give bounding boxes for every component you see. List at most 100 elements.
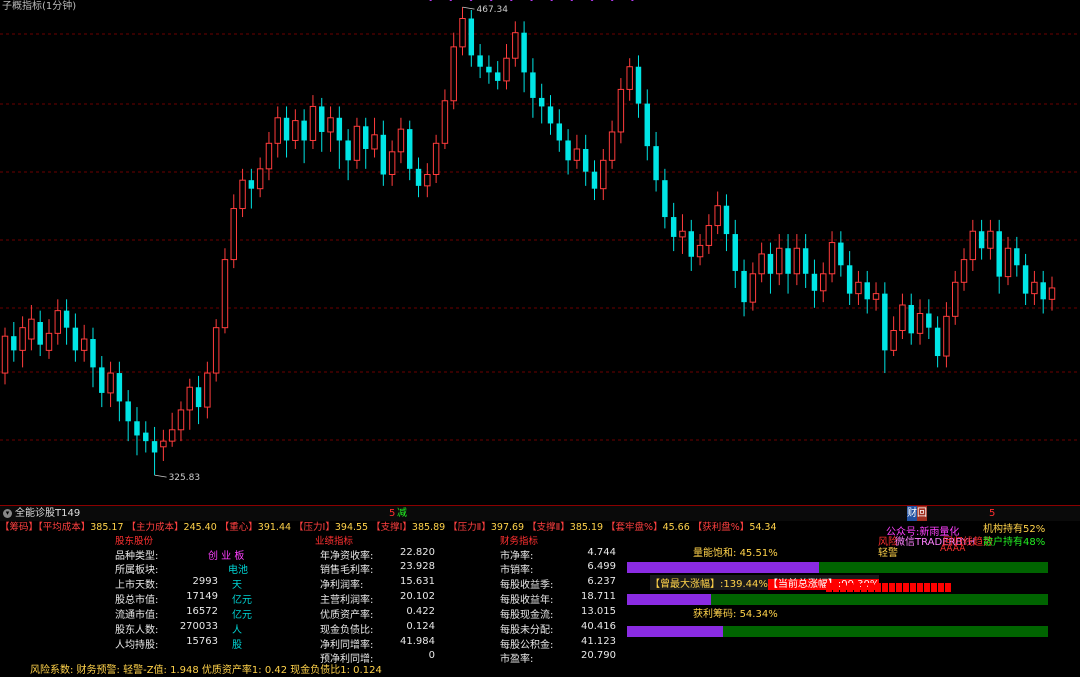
candle-body[interactable] — [265, 142, 273, 170]
candle-body[interactable] — [688, 231, 694, 257]
candle-body[interactable] — [45, 332, 53, 351]
candle-body[interactable] — [1022, 265, 1029, 294]
candle-body[interactable] — [292, 120, 299, 141]
candle-body[interactable] — [468, 18, 475, 56]
candle-body[interactable] — [608, 131, 616, 161]
candle-body[interactable] — [864, 282, 870, 300]
candle-body[interactable] — [37, 322, 43, 345]
candle-body[interactable] — [204, 372, 211, 408]
candlestick-chart[interactable]: 467.34 325.83 — [0, 0, 1080, 505]
candle-body[interactable] — [28, 318, 35, 340]
candle-body[interactable] — [908, 304, 914, 334]
candle-body[interactable] — [538, 97, 545, 107]
candle-body[interactable] — [767, 253, 774, 274]
candle-body[interactable] — [512, 32, 519, 59]
indicator-panel-bar[interactable]: ▾ 全能诊股T149 5 减 财 回 5 — [0, 505, 1080, 521]
candle-body[interactable] — [459, 18, 466, 48]
candle-body[interactable] — [882, 293, 888, 351]
candle-body[interactable] — [424, 174, 431, 187]
candle-body[interactable] — [486, 66, 492, 73]
candle-body[interactable] — [406, 129, 413, 169]
candle-body[interactable] — [670, 217, 677, 237]
candle-body[interactable] — [846, 265, 853, 294]
candle-body[interactable] — [943, 315, 950, 357]
candle-body[interactable] — [177, 409, 185, 431]
candle-body[interactable] — [415, 168, 422, 186]
candle-body[interactable] — [503, 57, 510, 82]
candle-body[interactable] — [1014, 248, 1020, 266]
candle-body[interactable] — [662, 180, 668, 218]
candle-body[interactable] — [591, 171, 598, 189]
candle-body[interactable] — [582, 148, 589, 172]
candle-body[interactable] — [679, 230, 686, 238]
candle-body[interactable] — [820, 273, 827, 292]
candle-body[interactable] — [872, 293, 880, 300]
candle-body[interactable] — [916, 312, 924, 334]
candle-body[interactable] — [890, 330, 897, 351]
candle-body[interactable] — [705, 225, 713, 246]
candle-body[interactable] — [1031, 281, 1038, 295]
candle-body[interactable] — [828, 242, 836, 275]
candle-body[interactable] — [432, 142, 440, 176]
candle-body[interactable] — [63, 310, 70, 328]
candle-body[interactable] — [617, 88, 625, 133]
candle-body[interactable] — [221, 259, 229, 329]
candle-body[interactable] — [1004, 247, 1012, 278]
candle-body[interactable] — [926, 313, 932, 328]
candle-body[interactable] — [749, 273, 757, 303]
candle-body[interactable] — [838, 242, 844, 266]
candle-body[interactable] — [530, 72, 536, 98]
candle-body[interactable] — [336, 117, 343, 141]
candle-body[interactable] — [969, 230, 977, 261]
candle-body[interactable] — [477, 55, 483, 67]
candle-body[interactable] — [521, 32, 527, 73]
candle-body[interactable] — [143, 432, 149, 442]
candle-body[interactable] — [934, 327, 941, 357]
candle-body[interactable] — [741, 270, 747, 303]
candle-body[interactable] — [696, 244, 704, 258]
candle-body[interactable] — [186, 386, 193, 411]
candle-body[interactable] — [160, 440, 167, 448]
candle-body[interactable] — [573, 148, 581, 161]
candle-body[interactable] — [996, 231, 1002, 277]
candle-body[interactable] — [301, 120, 307, 141]
candle-body[interactable] — [168, 429, 176, 442]
candle-body[interactable] — [723, 205, 730, 235]
candle-body[interactable] — [19, 327, 26, 351]
candle-body[interactable] — [195, 387, 202, 408]
candle-body[interactable] — [397, 128, 405, 153]
candle-body[interactable] — [987, 230, 994, 249]
candle-body[interactable] — [125, 401, 131, 422]
candle-body[interactable] — [855, 281, 862, 295]
candle-body[interactable] — [811, 273, 818, 291]
candle-body[interactable] — [899, 304, 906, 332]
candle-body[interactable] — [274, 117, 281, 144]
candle-body[interactable] — [653, 146, 659, 181]
candle-body[interactable] — [151, 441, 158, 453]
candle-body[interactable] — [11, 336, 17, 351]
candle-body[interactable] — [1048, 287, 1056, 300]
candle-body[interactable] — [80, 338, 88, 351]
candle-body[interactable] — [951, 281, 959, 317]
candle-body[interactable] — [644, 103, 651, 147]
candle-body[interactable] — [134, 421, 140, 436]
candle-body[interactable] — [1, 335, 9, 374]
candle-body[interactable] — [388, 151, 396, 176]
candle-body[interactable] — [90, 339, 96, 368]
candle-body[interactable] — [327, 117, 334, 133]
candle-body[interactable] — [793, 247, 801, 275]
candle-body[interactable] — [547, 106, 554, 124]
candle-body[interactable] — [380, 134, 387, 175]
candle-body[interactable] — [319, 106, 325, 132]
candle-body[interactable] — [283, 117, 290, 141]
candle-body[interactable] — [309, 105, 317, 141]
collapse-icon[interactable]: ▾ — [3, 508, 12, 518]
candle-body[interactable] — [116, 373, 123, 402]
candle-body[interactable] — [353, 125, 361, 161]
candle-body[interactable] — [441, 100, 449, 144]
candle-body[interactable] — [99, 367, 105, 393]
candle-body[interactable] — [635, 66, 642, 104]
candle-body[interactable] — [714, 205, 721, 227]
candle-body[interactable] — [54, 310, 62, 334]
candle-body[interactable] — [802, 248, 809, 274]
